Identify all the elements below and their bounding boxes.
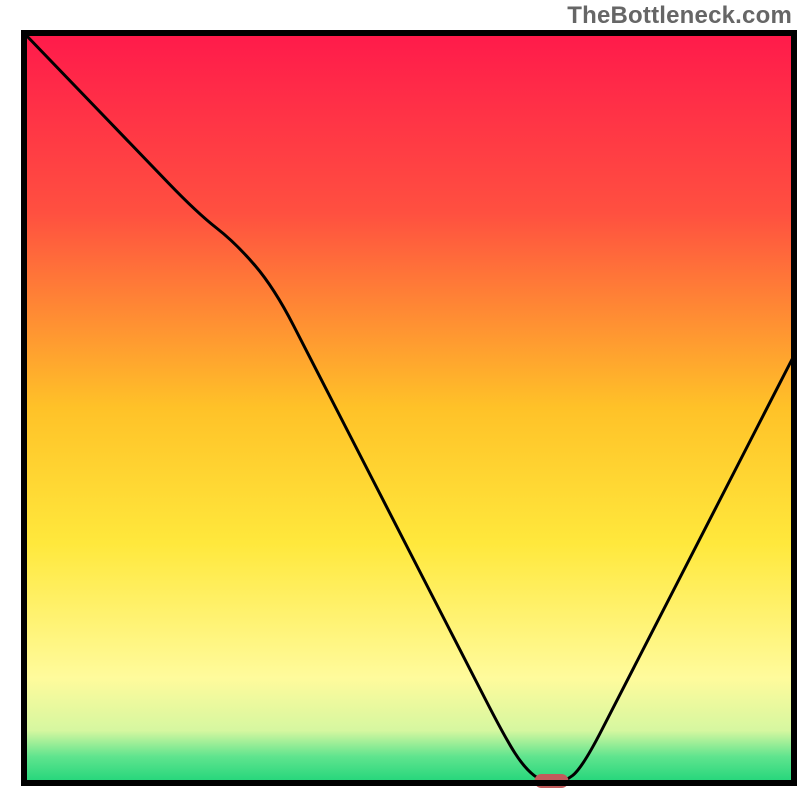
chart-background (24, 33, 794, 783)
watermark-text: TheBottleneck.com (567, 2, 792, 30)
chart-container: { "watermark": "TheBottleneck.com", "cha… (0, 0, 800, 800)
bottleneck-chart (0, 0, 800, 800)
